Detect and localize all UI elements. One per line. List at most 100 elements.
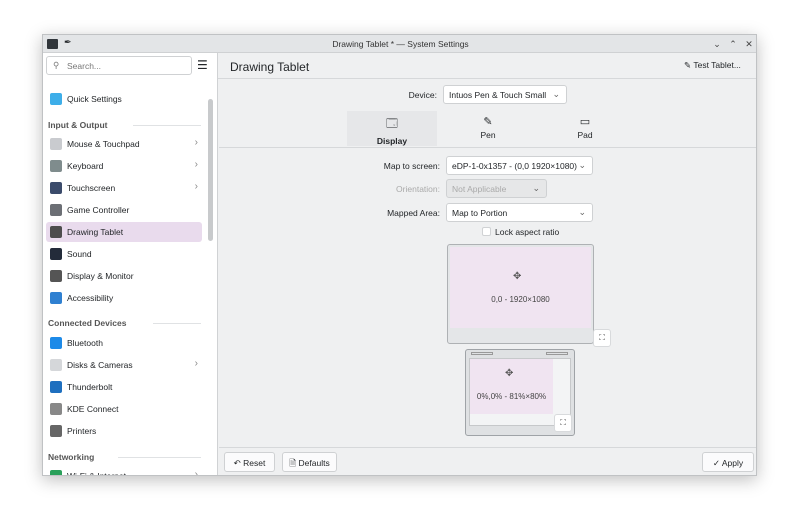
sidebar-item-kde-connect[interactable]: KDE Connect xyxy=(46,399,202,419)
hamburger-menu-icon[interactable]: ☰ xyxy=(197,58,208,72)
sidebar-item-label: Drawing Tablet xyxy=(67,227,124,237)
sidebar-item-label: Wi-Fi & Internet xyxy=(67,471,127,476)
title-bar: ✒ Drawing Tablet * — System Settings ⌄ ⌃… xyxy=(43,35,756,53)
sidebar-item-label: KDE Connect xyxy=(67,404,119,414)
mapped-area-value: Map to Portion xyxy=(452,208,508,218)
chevron-down-icon: ⌄ xyxy=(578,207,586,217)
tablet-icon xyxy=(50,226,62,238)
apply-button[interactable]: ✓ Apply xyxy=(702,452,754,472)
section-divider xyxy=(118,457,201,458)
sidebar-item-mouse-touchpad[interactable]: Mouse & Touchpad › xyxy=(46,134,202,154)
search-icon: ⚲ xyxy=(53,60,60,70)
apply-label: Apply xyxy=(721,458,744,468)
move-icon[interactable]: ✥ xyxy=(505,368,513,379)
sidebar-item-bluetooth[interactable]: Bluetooth xyxy=(46,333,202,353)
checkmark-icon: ✓ xyxy=(712,458,720,468)
map-to-screen-combo[interactable]: eDP-1-0x1357 - (0,0 1920×1080) ⌄ xyxy=(446,156,593,175)
window-title: Drawing Tablet * — System Settings xyxy=(332,39,469,49)
chevron-right-icon: › xyxy=(194,159,198,170)
tablet-area-text: 0%,0% - 81%×80% xyxy=(476,392,547,401)
mapped-area-label: Mapped Area: xyxy=(387,208,440,218)
bluetooth-icon xyxy=(50,337,62,349)
tablet-button-right xyxy=(546,352,568,355)
sidebar-scrollbar[interactable] xyxy=(208,99,213,241)
sidebar-item-thunderbolt[interactable]: Thunderbolt xyxy=(46,377,202,397)
touchscreen-icon xyxy=(50,182,62,194)
tab-label: Pen xyxy=(480,130,496,140)
sidebar-item-wi-fi-internet[interactable]: Wi-Fi & Internet › xyxy=(46,466,202,476)
fit-tablet-button[interactable]: ⛶ xyxy=(554,414,572,432)
sidebar-item-label: Printers xyxy=(67,426,97,436)
fit-screen-button[interactable]: ⛶ xyxy=(593,329,611,347)
search-placeholder: Search... xyxy=(67,61,102,71)
chevron-right-icon: › xyxy=(194,469,198,476)
chevron-down-icon: ⌄ xyxy=(532,183,540,193)
tablet-mapped-area[interactable]: ✥ 0%,0% - 81%×80% xyxy=(470,359,553,414)
minimize-button[interactable]: ⌄ xyxy=(711,38,723,50)
tab-label: Display xyxy=(376,136,408,146)
move-icon[interactable]: ✥ xyxy=(513,271,521,282)
lock-aspect-label: Lock aspect ratio xyxy=(495,227,560,237)
sidebar-item-label: Bluetooth xyxy=(67,338,103,348)
tab-pad[interactable]: ▭ Pad xyxy=(540,111,630,146)
printer-icon xyxy=(50,425,62,437)
sidebar-item-accessibility[interactable]: Accessibility xyxy=(46,288,202,308)
defaults-label: Defaults xyxy=(298,458,330,468)
device-combo[interactable]: Intuos Pen & Touch Small ⌄ xyxy=(443,85,567,104)
chevron-right-icon: › xyxy=(194,137,198,148)
close-button[interactable]: ✕ xyxy=(743,38,755,50)
mouse-icon xyxy=(50,138,62,150)
sidebar-section-header: Networking xyxy=(48,452,95,462)
sidebar-item-label: Thunderbolt xyxy=(67,382,113,392)
system-settings-window: ✒ Drawing Tablet * — System Settings ⌄ ⌃… xyxy=(42,34,757,476)
sidebar-item-label: Mouse & Touchpad xyxy=(67,139,140,149)
reset-button[interactable]: ↶ Reset xyxy=(224,452,275,472)
tab-display[interactable]: 🗔 Display xyxy=(347,111,437,146)
chevron-right-icon: › xyxy=(194,181,198,192)
defaults-button[interactable]: 🗎 Defaults xyxy=(282,452,337,472)
sidebar-item-label: Disks & Cameras xyxy=(67,360,133,370)
undo-icon: ↶ xyxy=(233,458,241,468)
sidebar-item-disks-cameras[interactable]: Disks & Cameras › xyxy=(46,355,202,375)
mapped-area-combo[interactable]: Map to Portion ⌄ xyxy=(446,203,593,222)
screen-area-text: 0,0 - 1920×1080 xyxy=(491,295,550,304)
sidebar-item-keyboard[interactable]: Keyboard › xyxy=(46,156,202,176)
orientation-combo[interactable]: Not Applicable ⌄ xyxy=(446,179,547,198)
keyboard-icon xyxy=(50,160,62,172)
chevron-down-icon: ⌄ xyxy=(552,89,560,99)
display-icon: 🗔 xyxy=(386,118,398,130)
sidebar-section-header: Connected Devices xyxy=(48,318,127,328)
chevron-down-icon: ⌄ xyxy=(578,160,586,170)
search-input[interactable]: ⚲ Search... xyxy=(46,56,192,75)
document-icon: 🗎 xyxy=(289,458,297,468)
sidebar-item-label: Game Controller xyxy=(67,205,130,215)
pen-icon: ✎ xyxy=(684,60,692,70)
sidebar-item-game-controller[interactable]: Game Controller xyxy=(46,200,202,220)
screen-preview: ✥ 0,0 - 1920×1080 xyxy=(447,244,594,344)
section-divider xyxy=(133,125,201,126)
test-tablet-button[interactable]: ✎ Test Tablet... xyxy=(684,60,741,71)
screen-mapped-area[interactable]: ✥ 0,0 - 1920×1080 xyxy=(450,247,591,328)
sidebar-item-touchscreen[interactable]: Touchscreen › xyxy=(46,178,202,198)
maximize-button[interactable]: ⌃ xyxy=(727,38,739,50)
sidebar-item-sound[interactable]: Sound xyxy=(46,244,202,264)
map-to-screen-label: Map to screen: xyxy=(383,161,440,171)
tablet-button-left xyxy=(471,352,493,355)
sidebar-item-drawing-tablet[interactable]: Drawing Tablet xyxy=(46,222,202,242)
tab-pen[interactable]: ✎ Pen xyxy=(443,111,533,146)
page-title: Drawing Tablet xyxy=(230,60,310,74)
sidebar-item-quick-settings[interactable]: Quick Settings xyxy=(46,89,202,109)
device-label: Device: xyxy=(408,90,437,100)
disk-icon xyxy=(50,359,62,371)
footer-divider xyxy=(219,447,756,448)
sidebar-item-label: Touchscreen xyxy=(67,183,116,193)
tab-label: Pad xyxy=(577,130,593,140)
lock-aspect-checkbox[interactable] xyxy=(482,227,491,236)
sidebar-item-display-monitor[interactable]: Display & Monitor xyxy=(46,266,202,286)
pen-icon: ✎ xyxy=(483,116,493,128)
tab-divider xyxy=(219,147,756,148)
wifi-icon xyxy=(50,470,62,475)
gamepad-icon xyxy=(50,204,62,216)
sidebar-item-printers[interactable]: Printers xyxy=(46,421,202,441)
page-header: Drawing Tablet ✎ Test Tablet... xyxy=(218,53,756,79)
